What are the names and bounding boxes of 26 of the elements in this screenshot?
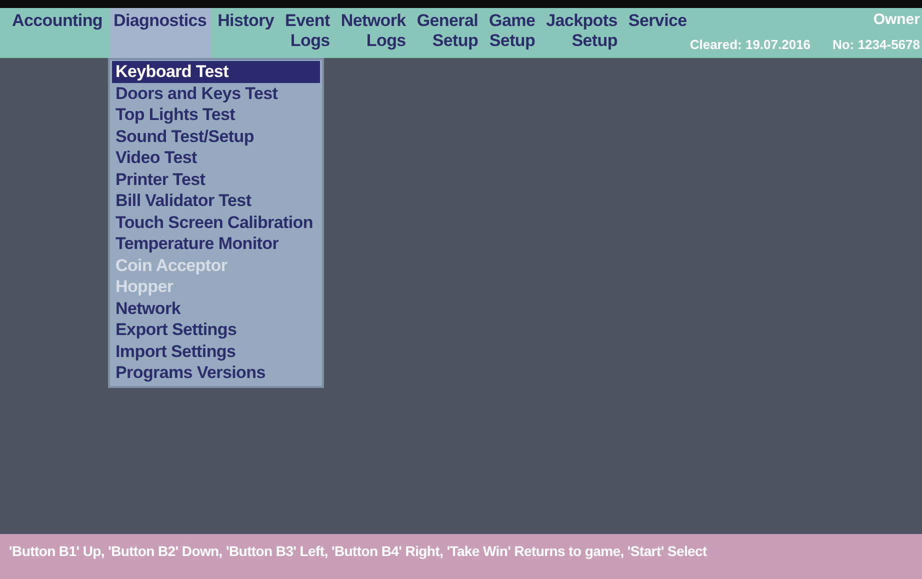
menu-item[interactable]: Export Settings bbox=[112, 319, 320, 340]
menu-tab[interactable]: Event Logs bbox=[281, 8, 334, 58]
menu-tab[interactable]: Jackpots Setup bbox=[542, 8, 622, 58]
menu-item[interactable]: Keyboard Test bbox=[112, 61, 320, 82]
owner-label: Owner bbox=[873, 11, 920, 28]
menu-item[interactable]: Temperature Monitor bbox=[112, 233, 320, 254]
menu-item[interactable]: Programs Versions bbox=[112, 362, 320, 384]
menu-tab[interactable]: Game Setup bbox=[485, 8, 540, 58]
status-text: 'Button B1' Up, 'Button B2' Down, 'Button B3' Left, 'Button B4' Right, 'Take Win' Returns to game, 'Start' Select bbox=[9, 543, 707, 559]
cleared-date: Cleared: 19.07.2016 bbox=[690, 37, 811, 52]
menu-tab[interactable]: Network Logs bbox=[336, 8, 410, 58]
menu-tab[interactable]: History bbox=[214, 8, 278, 58]
menu-item[interactable]: Printer Test bbox=[112, 168, 320, 190]
menu-item[interactable]: Touch Screen Calibration bbox=[112, 212, 320, 233]
menu-tab[interactable]: Diagnostics bbox=[110, 8, 211, 58]
menu-item[interactable]: Doors and Keys Test bbox=[112, 82, 320, 104]
machine-number: No: 1234-5678 bbox=[832, 37, 920, 52]
menu-item[interactable]: Bill Validator Test bbox=[112, 190, 320, 212]
menu-tab[interactable]: Accounting bbox=[8, 8, 106, 58]
menu-item[interactable]: Video Test bbox=[112, 147, 320, 168]
menu-item[interactable]: Top Lights Test bbox=[112, 104, 320, 126]
menu-tab[interactable]: Service bbox=[624, 8, 691, 58]
menu-item[interactable]: Network bbox=[112, 298, 320, 319]
menu-item[interactable]: Import Settings bbox=[112, 340, 320, 362]
menu-tab[interactable]: General Setup bbox=[412, 8, 482, 58]
menu-item[interactable]: Sound Test/Setup bbox=[112, 126, 320, 147]
